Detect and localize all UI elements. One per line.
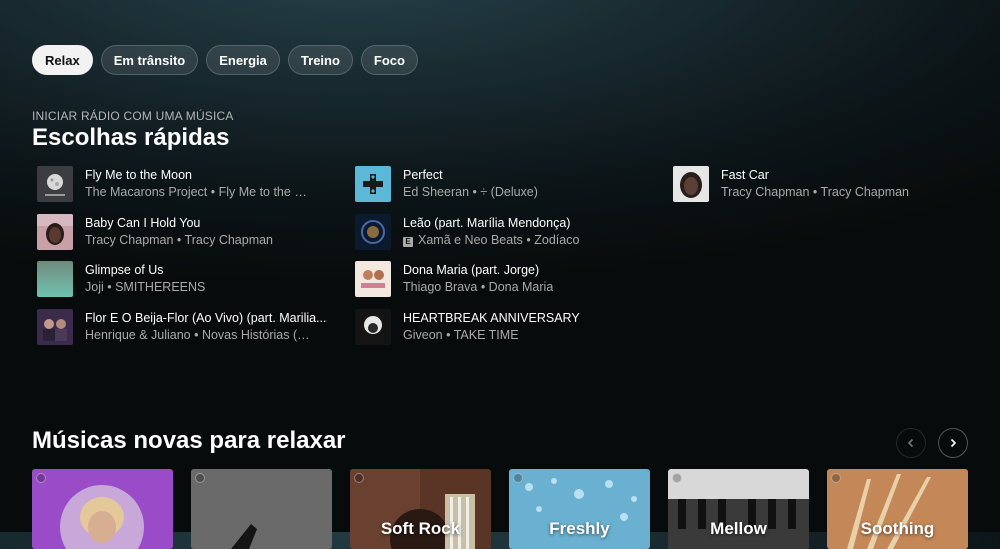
carousel-next-button[interactable] (938, 428, 968, 458)
song-subtitle[interactable]: Tracy Chapman • Tracy Chapman (85, 233, 273, 247)
quick-picks-overline: INICIAR RÁDIO COM UMA MÚSICA (32, 109, 234, 123)
album-art (355, 308, 391, 345)
explicit-icon: E (403, 236, 413, 247)
song-subtitle[interactable]: The Macarons Project • Fly Me to the Moo… (85, 185, 315, 199)
song-title[interactable]: Baby Can I Hold You (85, 216, 200, 230)
card-label: Freshly (549, 519, 610, 538)
song-title[interactable]: Flor E O Beija-Flor (Ao Vivo) (part. Mar… (85, 311, 327, 325)
album-art (37, 261, 73, 297)
song-row[interactable]: Fly Me to the Moon The Macarons Project … (37, 166, 337, 202)
card-badge-icon (513, 473, 523, 483)
song-title[interactable]: Fast Car (721, 168, 769, 182)
song-subtitle[interactable]: E Xamã e Neo Beats • Zodíaco (403, 233, 579, 247)
album-art (37, 166, 73, 202)
song-row[interactable]: HEARTBREAK ANNIVERSARY Giveon • TAKE TIM… (355, 308, 655, 345)
playlist-card[interactable] (191, 469, 332, 549)
album-art (355, 213, 391, 250)
quick-picks-column: Fast Car Tracy Chapman • Tracy Chapman (673, 166, 973, 214)
song-subtitle[interactable]: Thiago Brava • Dona Maria (403, 280, 553, 294)
card-badge-icon (36, 473, 46, 483)
card-badge-icon (354, 473, 364, 483)
playlist-card[interactable]: Mellow (668, 469, 809, 549)
song-row[interactable]: Baby Can I Hold You Tracy Chapman • Trac… (37, 213, 337, 250)
song-subtitle[interactable]: Giveon • TAKE TIME (403, 328, 519, 342)
mood-chips: Relax Em trânsito Energia Treino Foco (32, 45, 418, 75)
album-art (355, 261, 391, 297)
album-art (355, 166, 391, 202)
song-row[interactable]: Flor E O Beija-Flor (Ao Vivo) (part. Mar… (37, 308, 337, 345)
chevron-right-icon (950, 438, 957, 448)
card-label: Mellow (710, 519, 767, 538)
playlist-card[interactable]: Soft Rock (350, 469, 491, 549)
card-badge-icon (195, 473, 205, 483)
chip-em-transito[interactable]: Em trânsito (100, 45, 199, 75)
song-subtitle[interactable]: Ed Sheeran • ÷ (Deluxe) (403, 185, 538, 199)
song-row[interactable]: Fast Car Tracy Chapman • Tracy Chapman (673, 166, 973, 202)
carousel-prev-button[interactable] (896, 428, 926, 458)
song-subtitle[interactable]: Tracy Chapman • Tracy Chapman (721, 185, 909, 199)
song-title[interactable]: Leão (part. Marília Mendonça) (403, 216, 570, 230)
chip-treino[interactable]: Treino (287, 45, 353, 75)
song-subtitle-text: Xamã e Neo Beats • Zodíaco (418, 232, 580, 247)
card-badge-icon (831, 473, 841, 483)
album-art (37, 308, 73, 345)
song-row[interactable]: Perfect Ed Sheeran • ÷ (Deluxe) (355, 166, 655, 202)
chip-energia[interactable]: Energia (206, 45, 280, 75)
song-title[interactable]: Perfect (403, 168, 443, 182)
chip-foco[interactable]: Foco (360, 45, 418, 75)
song-title[interactable]: Fly Me to the Moon (85, 168, 192, 182)
chip-relax[interactable]: Relax (32, 45, 93, 75)
card-label: Soft Rock (380, 519, 461, 538)
song-title[interactable]: Glimpse of Us (85, 263, 164, 277)
song-title[interactable]: HEARTBREAK ANNIVERSARY (403, 311, 580, 325)
playlist-card[interactable] (32, 469, 173, 549)
song-row[interactable]: Dona Maria (part. Jorge) Thiago Brava • … (355, 261, 655, 297)
playlist-card[interactable]: Freshly (509, 469, 650, 549)
quick-picks-column: Perfect Ed Sheeran • ÷ (Deluxe) Leão (pa… (355, 166, 655, 356)
song-title[interactable]: Dona Maria (part. Jorge) (403, 263, 539, 277)
song-row[interactable]: Leão (part. Marília Mendonça) E Xamã e Ne… (355, 213, 655, 250)
quick-picks-column: Fly Me to the Moon The Macarons Project … (37, 166, 337, 356)
song-row[interactable]: Glimpse of Us Joji • SMITHEREENS (37, 261, 337, 297)
playlist-card[interactable]: Soothing (827, 469, 968, 549)
quick-picks-title: Escolhas rápidas (32, 124, 230, 151)
card-badge-icon (672, 473, 682, 483)
chevron-left-icon (907, 438, 914, 448)
new-relax-title: Músicas novas para relaxar (32, 427, 346, 454)
song-subtitle[interactable]: Joji • SMITHEREENS (85, 280, 205, 294)
song-subtitle[interactable]: Henrique & Juliano • Novas Histórias (Ao… (85, 328, 315, 342)
album-art (37, 213, 73, 250)
album-art (673, 166, 709, 202)
card-label: Soothing (860, 519, 935, 538)
